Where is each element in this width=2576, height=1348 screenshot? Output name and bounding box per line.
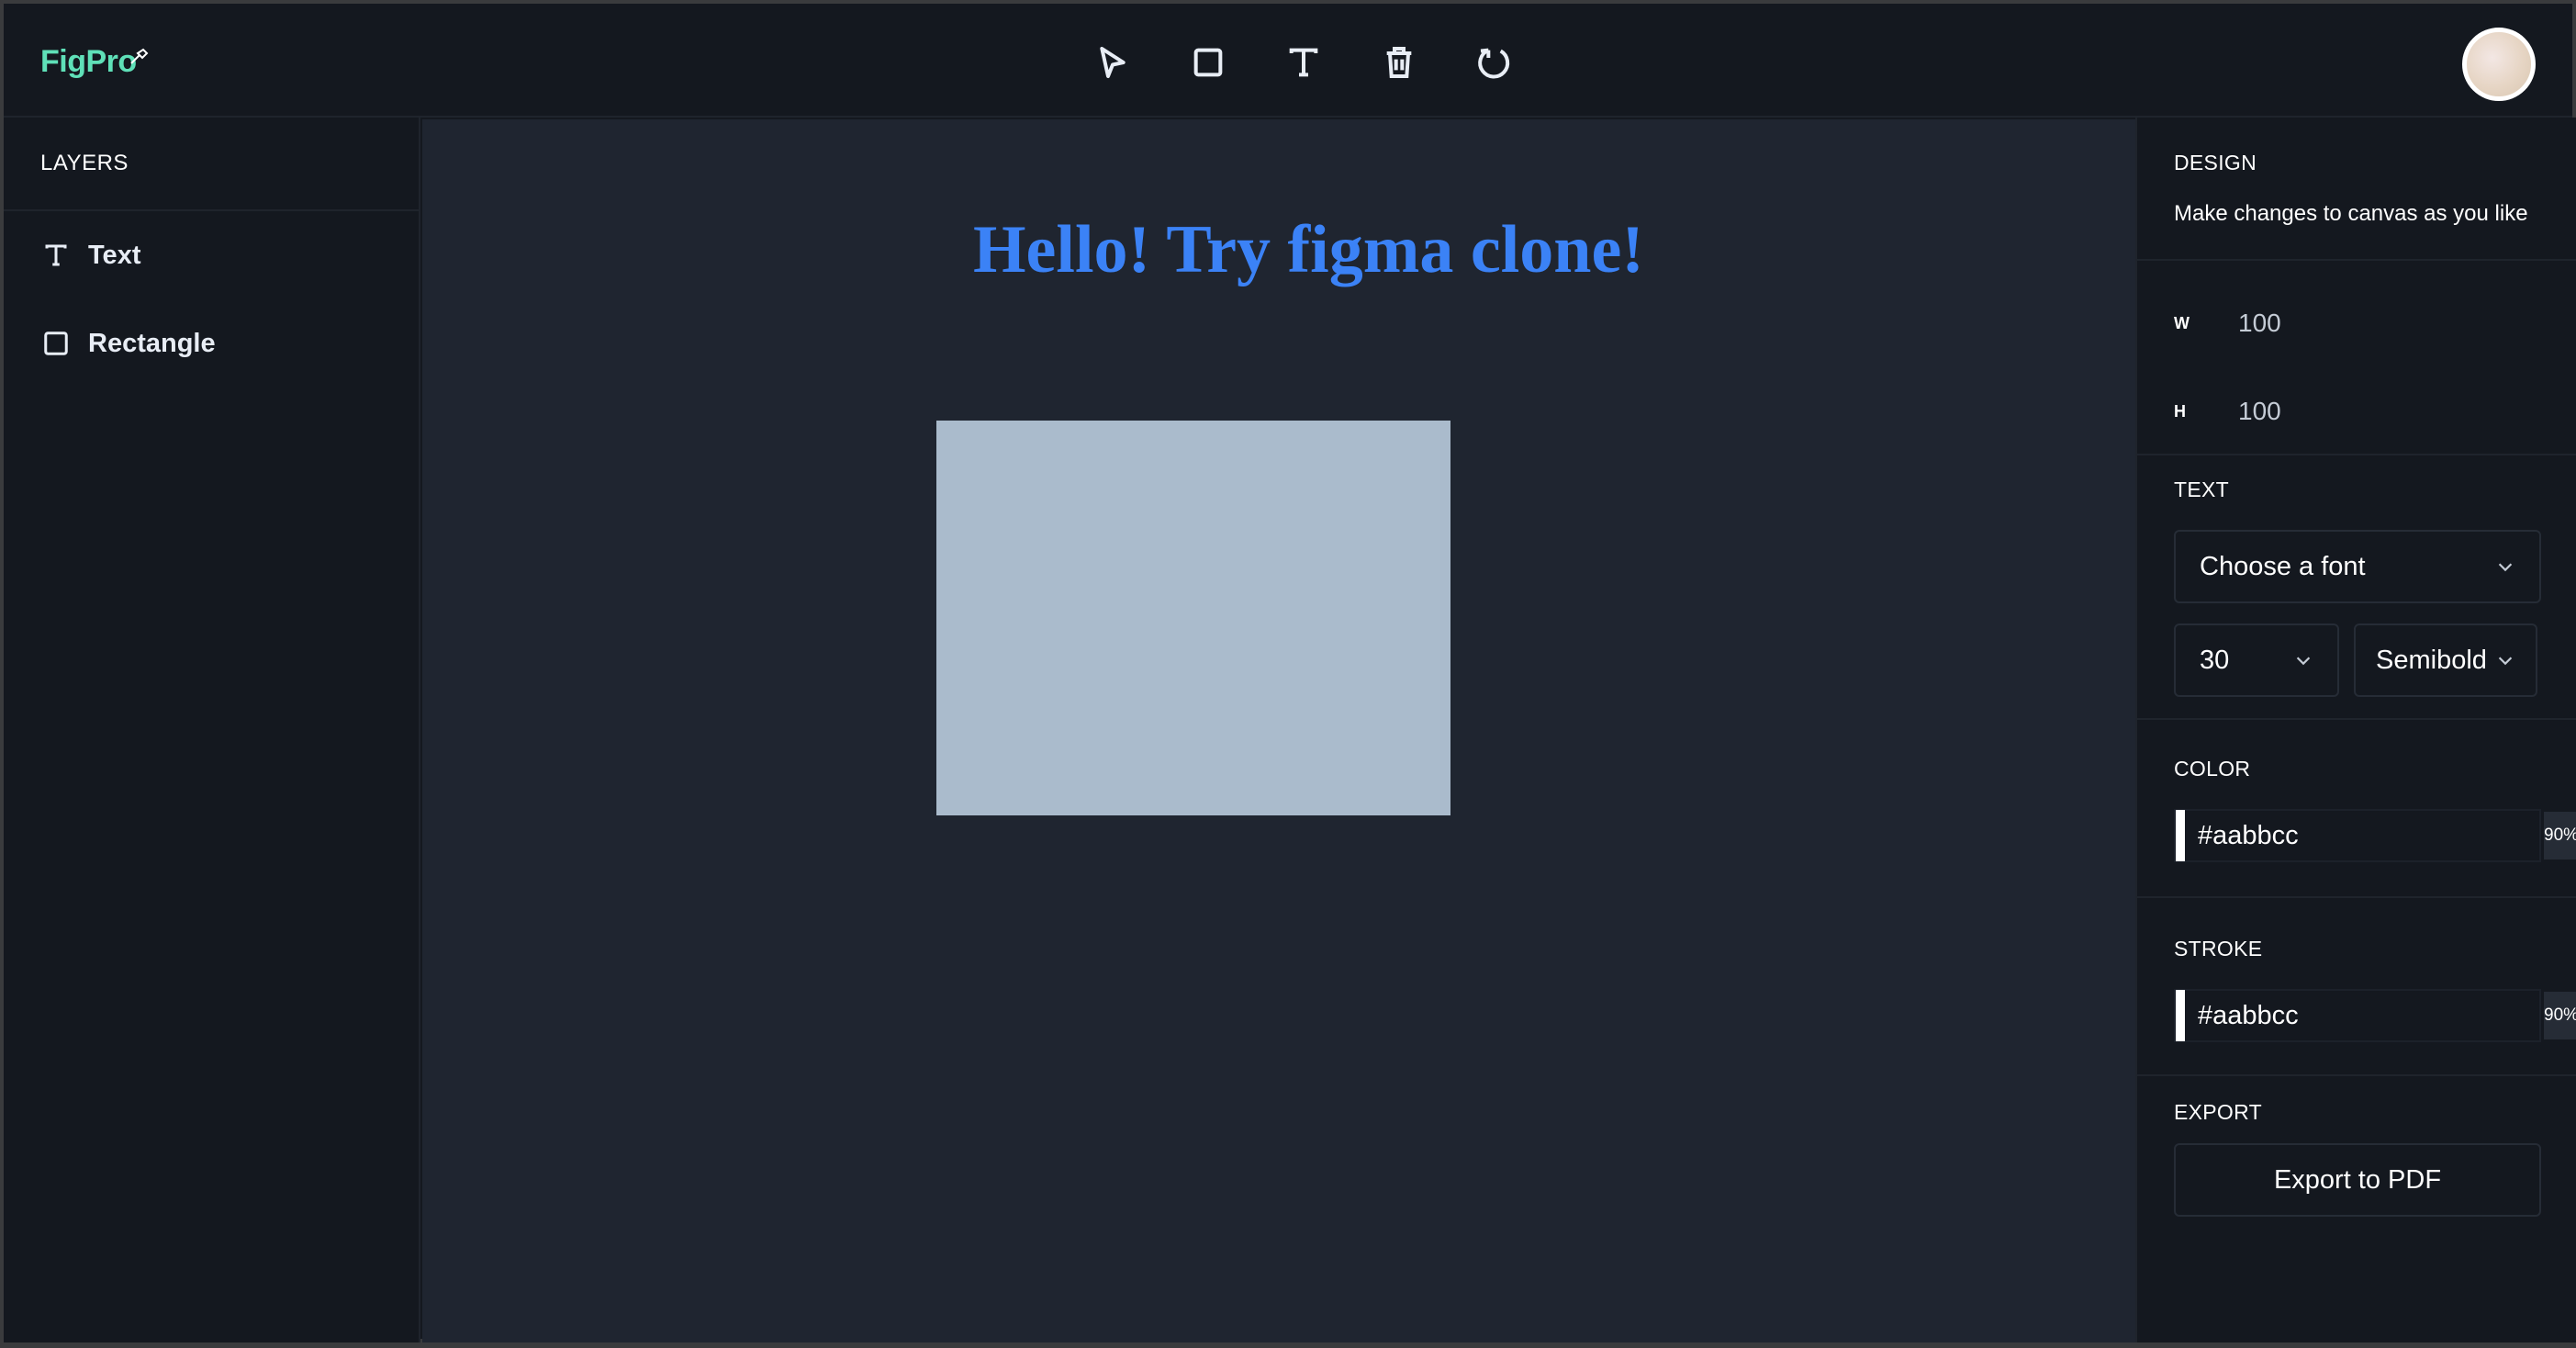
text-section: TEXT Choose a font 30 Semibold bbox=[2137, 455, 2576, 720]
color-picker-row: 90% bbox=[2174, 809, 2576, 862]
export-pdf-button[interactable]: Export to PDF bbox=[2174, 1143, 2541, 1217]
cursor-icon bbox=[1100, 47, 1126, 78]
font-family-value: Choose a font bbox=[2200, 551, 2366, 581]
fill-hex-input[interactable] bbox=[2198, 820, 2544, 851]
font-family-select[interactable]: Choose a font bbox=[2174, 530, 2541, 603]
chevron-down-icon bbox=[2498, 563, 2513, 572]
chevron-down-icon bbox=[2296, 657, 2311, 666]
layer-item-text[interactable]: Text bbox=[4, 211, 419, 299]
square-icon bbox=[1193, 48, 1223, 77]
figpro-app: FigPro LAYERS Text Rectangle Hello! Try … bbox=[0, 0, 2576, 1348]
select-tool-button[interactable] bbox=[1087, 37, 1138, 88]
fill-color-swatch[interactable] bbox=[2176, 810, 2185, 861]
square-icon bbox=[44, 331, 68, 355]
font-weight-value: Semibold bbox=[2376, 645, 2487, 675]
width-label: W bbox=[2174, 313, 2190, 332]
height-row: H bbox=[2174, 386, 2541, 437]
trash-icon bbox=[1386, 47, 1412, 78]
layer-label: Rectangle bbox=[88, 328, 216, 358]
rectangle-tool-button[interactable] bbox=[1182, 37, 1234, 88]
stroke-color-swatch[interactable] bbox=[2176, 990, 2185, 1041]
toolbar bbox=[1087, 37, 1520, 88]
color-title: COLOR bbox=[2174, 757, 2251, 781]
font-options-row: 30 Semibold bbox=[2174, 623, 2541, 697]
canvas[interactable]: Hello! Try figma clone! bbox=[422, 119, 2135, 1342]
text-section-title: TEXT bbox=[2174, 477, 2229, 501]
design-title: DESIGN bbox=[2174, 151, 2257, 174]
design-header: DESIGN Make changes to canvas as you lik… bbox=[2137, 118, 2576, 261]
design-panel: DESIGN Make changes to canvas as you lik… bbox=[2135, 118, 2576, 1342]
canvas-text-object[interactable]: Hello! Try figma clone! bbox=[973, 211, 1644, 289]
layers-title: LAYERS bbox=[4, 118, 419, 211]
fill-opacity[interactable]: 90% bbox=[2544, 812, 2576, 859]
rotate-icon bbox=[1478, 48, 1510, 79]
app-logo[interactable]: FigPro bbox=[40, 44, 137, 80]
delete-tool-button[interactable] bbox=[1373, 37, 1425, 88]
stroke-title: STROKE bbox=[2174, 937, 2263, 960]
height-input[interactable] bbox=[2238, 397, 2422, 426]
canvas-rectangle-object[interactable] bbox=[936, 421, 1450, 815]
export-title: EXPORT bbox=[2174, 1100, 2262, 1124]
chevron-down-icon bbox=[2498, 657, 2513, 666]
height-label: H bbox=[2174, 401, 2186, 421]
layer-item-rectangle[interactable]: Rectangle bbox=[4, 299, 419, 388]
stroke-opacity[interactable]: 90% bbox=[2544, 992, 2576, 1039]
font-weight-select[interactable]: Semibold bbox=[2354, 623, 2537, 697]
top-navbar: FigPro bbox=[4, 4, 2572, 118]
width-input[interactable] bbox=[2238, 309, 2422, 338]
stroke-hex-input[interactable] bbox=[2198, 1000, 2544, 1031]
layers-sidebar: LAYERS Text Rectangle bbox=[4, 118, 420, 1342]
user-avatar[interactable] bbox=[2462, 28, 2536, 101]
design-subtitle: Make changes to canvas as you like bbox=[2174, 201, 2528, 226]
stroke-picker-row: 90% bbox=[2174, 989, 2576, 1042]
text-icon bbox=[1289, 48, 1318, 77]
reset-tool-button[interactable] bbox=[1469, 37, 1520, 88]
font-size-value: 30 bbox=[2200, 645, 2230, 675]
dimensions-section: W H bbox=[2137, 261, 2576, 455]
color-section: COLOR 90% bbox=[2137, 720, 2576, 898]
text-icon bbox=[45, 244, 67, 266]
text-tool-button[interactable] bbox=[1278, 37, 1329, 88]
export-section: EXPORT Export to PDF bbox=[2137, 1076, 2576, 1217]
layer-label: Text bbox=[88, 240, 141, 270]
width-row: W bbox=[2174, 298, 2541, 349]
stroke-section: STROKE 90% bbox=[2137, 898, 2576, 1076]
font-size-select[interactable]: 30 bbox=[2174, 623, 2339, 697]
pen-nib-icon bbox=[130, 48, 149, 64]
